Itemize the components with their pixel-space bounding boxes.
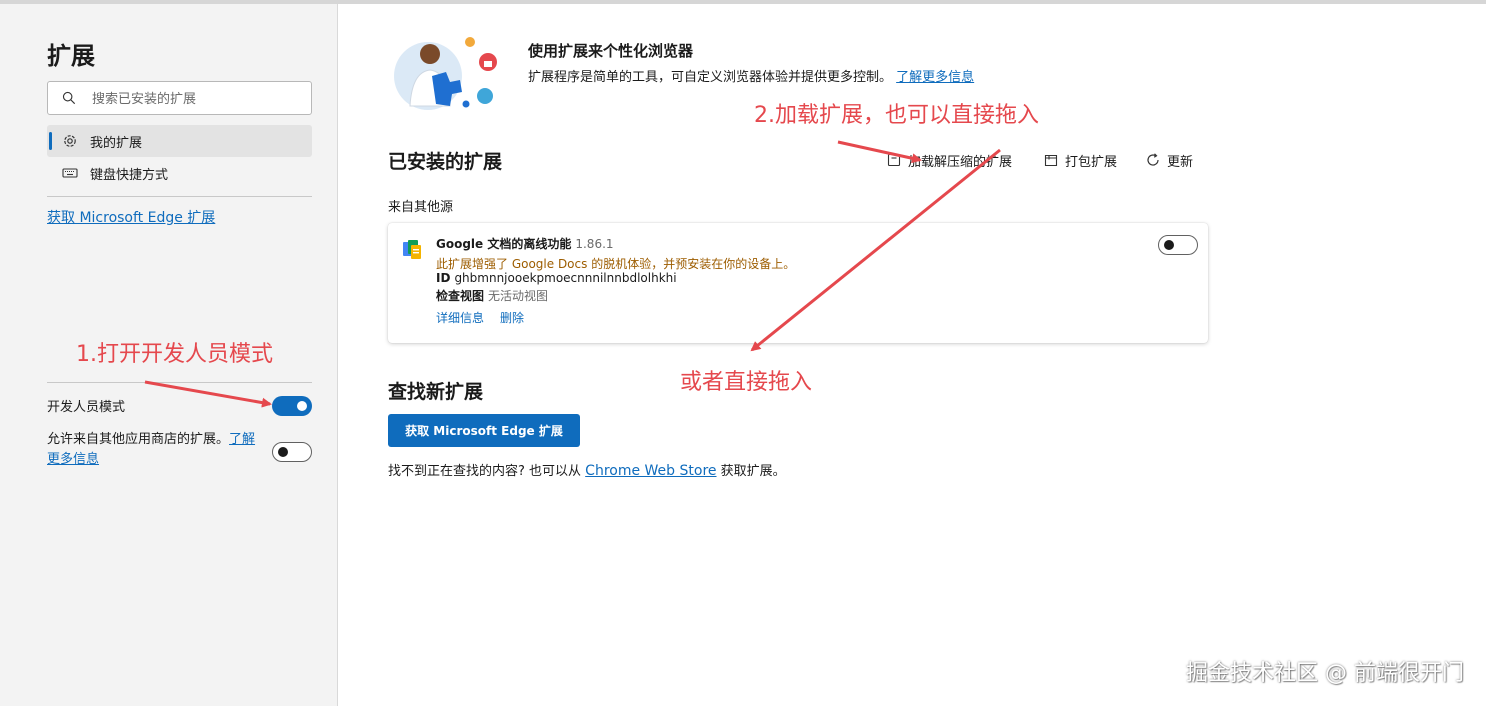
load-unpacked-label: 加载解压缩的扩展 (908, 154, 1013, 170)
find-note-prefix: 找不到正在查找的内容? 也可以从 (388, 464, 586, 479)
package-icon (1044, 154, 1058, 167)
inspect-views-value: 无活动视图 (488, 289, 549, 303)
installed-extensions-title: 已安装的扩展 (388, 151, 503, 173)
divider (47, 196, 312, 197)
update-button[interactable]: 更新 (1145, 150, 1193, 170)
extension-enable-toggle[interactable] (1158, 235, 1198, 255)
extensions-illustration (394, 37, 497, 110)
get-edge-extensions-link[interactable]: 获取 Microsoft Edge 扩展 (47, 207, 215, 227)
annotation-step-1: 1.打开开发人员模式 (76, 342, 273, 367)
developer-mode-toggle[interactable] (272, 396, 312, 416)
allow-other-stores-label: 允许来自其他应用商店的扩展。 (47, 432, 230, 447)
get-edge-extensions-button[interactable]: 获取 Microsoft Edge 扩展 (388, 414, 580, 447)
extension-id-row: ID ghbmnnjooekpmoecnnnilnnbdlolhkhi (436, 271, 677, 285)
google-docs-offline-icon (403, 240, 421, 259)
sidebar-title: 扩展 (47, 42, 95, 70)
extension-version: 1.86.1 (575, 237, 614, 251)
update-label: 更新 (1167, 154, 1194, 170)
watermark: 掘金技术社区 @ 前端很开门 (1186, 661, 1464, 686)
extension-name-text: Google 文档的离线功能 (436, 237, 572, 251)
sidebar-item-keyboard-shortcuts[interactable]: 键盘快捷方式 (47, 157, 312, 189)
sidebar-item-label: 键盘快捷方式 (90, 168, 169, 183)
find-new-extensions-title: 查找新扩展 (388, 381, 484, 403)
pack-extension-button[interactable]: 打包扩展 (1043, 150, 1117, 170)
allow-other-stores-text: 允许来自其他应用商店的扩展。了解更多信息 (47, 430, 262, 470)
find-note-suffix: 获取扩展。 (716, 464, 786, 479)
sidebar-item-my-extensions[interactable]: 我的扩展 (47, 125, 312, 157)
keyboard-icon (62, 168, 78, 178)
folder-open-icon (887, 153, 901, 167)
search-icon (62, 91, 76, 105)
allow-other-stores-toggle[interactable] (272, 442, 312, 462)
refresh-icon (1147, 153, 1159, 166)
id-value: ghbmnnjooekpmoecnnnilnnbdlolhkhi (454, 271, 677, 285)
developer-mode-label: 开发人员模式 (47, 400, 126, 415)
details-link[interactable]: 详细信息 (436, 309, 484, 326)
source-section-label: 来自其他源 (388, 200, 454, 215)
id-key: ID (436, 271, 451, 285)
remove-link[interactable]: 删除 (500, 309, 524, 326)
extension-description: 此扩展增强了 Google Docs 的脱机体验，并预安装在你的设备上。 (436, 257, 796, 271)
chrome-web-store-link[interactable]: Chrome Web Store (585, 463, 716, 479)
sidebar-item-label: 我的扩展 (90, 136, 143, 151)
annotation-drag-hint: 或者直接拖入 (680, 370, 813, 395)
pack-extension-label: 打包扩展 (1065, 154, 1118, 170)
inspect-views-key: 检查视图 (436, 289, 485, 303)
toggle-knob (278, 447, 288, 457)
divider (47, 382, 312, 383)
inspect-views-row: 检查视图 无活动视图 (436, 287, 548, 304)
active-indicator (49, 132, 52, 150)
search-input[interactable] (92, 89, 302, 109)
extension-card: Google 文档的离线功能 1.86.1 此扩展增强了 Google Docs … (388, 223, 1208, 343)
load-unpacked-button[interactable]: 加载解压缩的扩展 (886, 150, 1012, 170)
annotation-step-2: 2.加载扩展，也可以直接拖入 (754, 103, 1039, 128)
toggle-knob (297, 401, 307, 411)
learn-more-link[interactable]: 了解更多信息 (896, 70, 974, 85)
extension-name: Google 文档的离线功能 1.86.1 (436, 235, 614, 252)
find-note: 找不到正在查找的内容? 也可以从 Chrome Web Store 获取扩展。 (388, 460, 786, 479)
hero-title: 使用扩展来个性化浏览器 (528, 42, 694, 60)
hero-description: 扩展程序是简单的工具，可自定义浏览器体验并提供更多控制。 了解更多信息 (528, 66, 974, 85)
toggle-knob (1164, 240, 1174, 250)
gear-icon (64, 135, 76, 147)
hero-description-text: 扩展程序是简单的工具，可自定义浏览器体验并提供更多控制。 (528, 70, 893, 85)
search-box[interactable] (47, 81, 312, 115)
